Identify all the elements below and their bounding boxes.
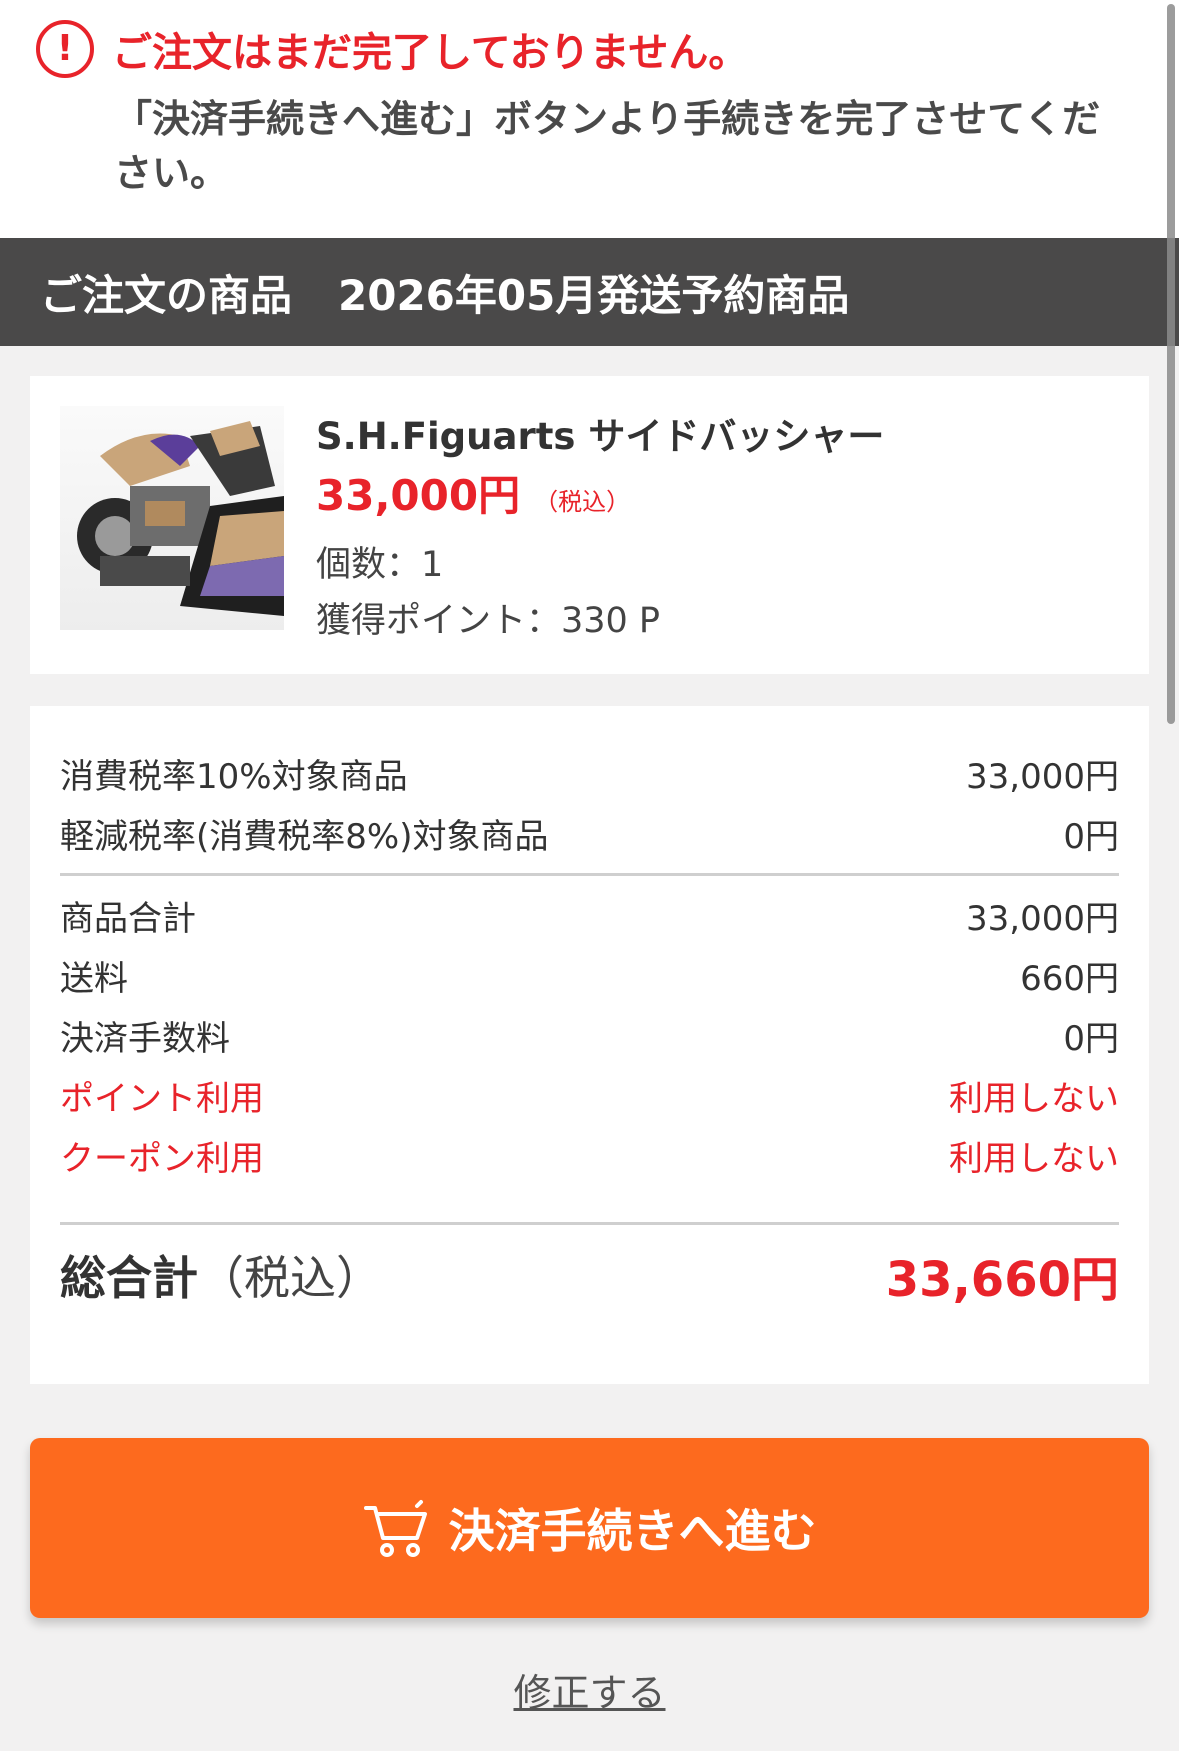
edit-order-link[interactable]: 修正する	[0, 1662, 1179, 1717]
summary-label: 送料	[60, 958, 128, 999]
incomplete-order-notice: ! ご注文はまだ完了しておりません。 「決済手続きへ進む」ボタンより手続きを完了…	[0, 0, 1179, 238]
summary-row: 送料 660円	[60, 948, 1119, 1002]
product-quantity: 個数：1	[316, 545, 444, 585]
point-usage-row[interactable]: ポイント利用 利用しない	[60, 1068, 1119, 1122]
summary-value: 660円	[1020, 958, 1119, 999]
grand-total-label-text: 総合計	[60, 1251, 198, 1305]
product-image[interactable]	[60, 406, 284, 630]
section-subtitle: 2026年05月発送予約商品	[338, 270, 850, 320]
product-points: 獲得ポイント：330 P	[316, 601, 661, 641]
notice-title: ご注文はまだ完了しておりません。	[112, 30, 749, 76]
summary-value[interactable]: 利用しない	[949, 1071, 1119, 1120]
alert-circle-icon: !	[36, 20, 94, 78]
summary-label: 商品合計	[60, 898, 196, 939]
section-title: ご注文の商品	[40, 270, 293, 320]
summary-row: 商品合計 33,000円	[60, 888, 1119, 942]
grand-total-row: 総合計（税込） 33,660円	[60, 1240, 1119, 1310]
divider	[60, 1222, 1119, 1225]
grand-total-value: 33,660円	[885, 1252, 1119, 1308]
summary-label: 消費税率10%対象商品	[60, 756, 408, 797]
grand-total-tax-note: （税込）	[198, 1251, 382, 1305]
price-tax-note: （税込）	[534, 488, 631, 516]
summary-label: 決済手数料	[60, 1018, 230, 1059]
summary-label[interactable]: クーポン利用	[60, 1131, 264, 1180]
product-price: 33,000円 （税込）	[316, 462, 630, 523]
section-header: ご注文の商品 2026年05月発送予約商品	[0, 238, 1179, 346]
summary-value: 33,000円	[966, 756, 1119, 797]
order-summary: 消費税率10%対象商品 33,000円 軽減税率(消費税率8%)対象商品 0円 …	[30, 706, 1149, 1384]
summary-value: 0円	[1063, 816, 1119, 857]
scrollbar[interactable]	[1167, 4, 1175, 724]
cart-icon	[363, 1498, 429, 1558]
summary-value: 33,000円	[966, 898, 1119, 939]
product-name: S.H.Figuarts サイドバッシャー	[316, 415, 885, 458]
proceed-to-checkout-button[interactable]: 決済手続きへ進む	[30, 1438, 1149, 1618]
divider	[60, 873, 1119, 876]
checkout-label[interactable]: 決済手続きへ進む	[449, 1495, 817, 1561]
summary-row: 消費税率10%対象商品 33,000円	[60, 746, 1119, 800]
coupon-usage-row[interactable]: クーポン利用 利用しない	[60, 1128, 1119, 1182]
summary-row: 軽減税率(消費税率8%)対象商品 0円	[60, 806, 1119, 860]
summary-value[interactable]: 利用しない	[949, 1131, 1119, 1180]
price-amount: 33,000円	[316, 471, 521, 520]
summary-row: 決済手数料 0円	[60, 1008, 1119, 1062]
summary-label: 軽減税率(消費税率8%)対象商品	[60, 816, 549, 857]
summary-label[interactable]: ポイント利用	[60, 1071, 264, 1120]
notice-message: 「決済手続きへ進む」ボタンより手続きを完了させてください。	[114, 97, 1101, 195]
summary-value: 0円	[1063, 1018, 1119, 1059]
product-card: S.H.Figuarts サイドバッシャー 33,000円 （税込） 個数：1 …	[30, 376, 1149, 674]
grand-total-label: 総合計（税込）	[60, 1242, 382, 1308]
